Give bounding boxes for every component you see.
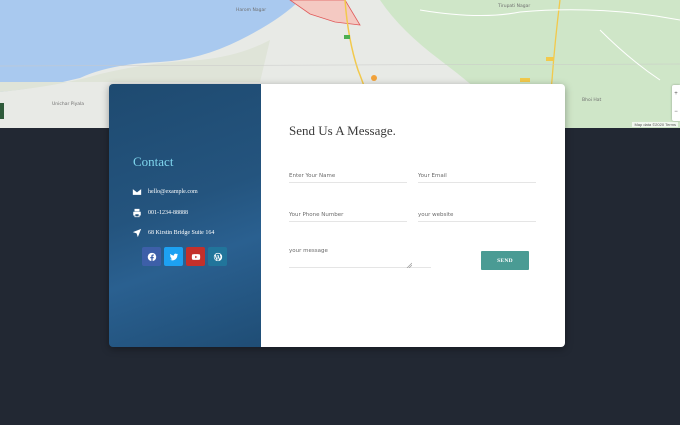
twitter-icon: [169, 253, 178, 260]
contact-email[interactable]: hello@example.com: [148, 189, 198, 195]
message-form-panel: Send Us A Message. SEND: [261, 84, 565, 347]
map-label: Tirupati Nagar: [498, 4, 531, 9]
contact-email-row: hello@example.com: [132, 187, 198, 197]
contact-address-row: 68 Kirstin Bridge Suite 164: [132, 228, 214, 238]
phone-input[interactable]: [289, 208, 407, 222]
social-links: [142, 247, 227, 266]
wordpress-icon: [213, 252, 222, 261]
map-label: Unichar Piyala: [52, 102, 85, 107]
facebook-button[interactable]: [142, 247, 161, 266]
resize-grip-icon[interactable]: [406, 262, 412, 268]
name-input[interactable]: [289, 169, 407, 183]
contact-title: Contact: [133, 154, 174, 169]
zoom-in-icon[interactable]: +: [672, 85, 680, 103]
twitter-button[interactable]: [164, 247, 183, 266]
contact-address: 68 Kirstin Bridge Suite 164: [148, 230, 215, 236]
email-input[interactable]: [418, 169, 536, 183]
map-zoom-control[interactable]: + −: [672, 85, 680, 121]
form-title: Send Us A Message.: [289, 123, 396, 138]
contact-card: Contact hello@example.com 001-1234-88888…: [109, 84, 565, 347]
contact-phone-row: 001-1234-88888: [132, 208, 188, 218]
location-arrow-icon: [132, 228, 142, 238]
map-fullscreen-control[interactable]: [0, 103, 4, 119]
printer-icon: [133, 208, 141, 218]
map-label: Harom Nagar: [236, 8, 267, 13]
envelope-icon: [132, 189, 142, 195]
youtube-button[interactable]: [186, 247, 205, 266]
contact-phone: 001-1234-88888: [148, 210, 188, 216]
website-input[interactable]: [418, 208, 536, 222]
map-label: Bhoi Hat: [582, 98, 602, 103]
contact-info-panel: Contact hello@example.com 001-1234-88888…: [109, 84, 261, 347]
facebook-icon: [147, 252, 156, 261]
wordpress-button[interactable]: [208, 247, 227, 266]
send-button[interactable]: SEND: [481, 251, 529, 270]
map-attribution[interactable]: Map data ©2020 Terms: [632, 122, 678, 127]
zoom-out-icon[interactable]: −: [672, 103, 680, 121]
youtube-icon: [191, 253, 200, 260]
